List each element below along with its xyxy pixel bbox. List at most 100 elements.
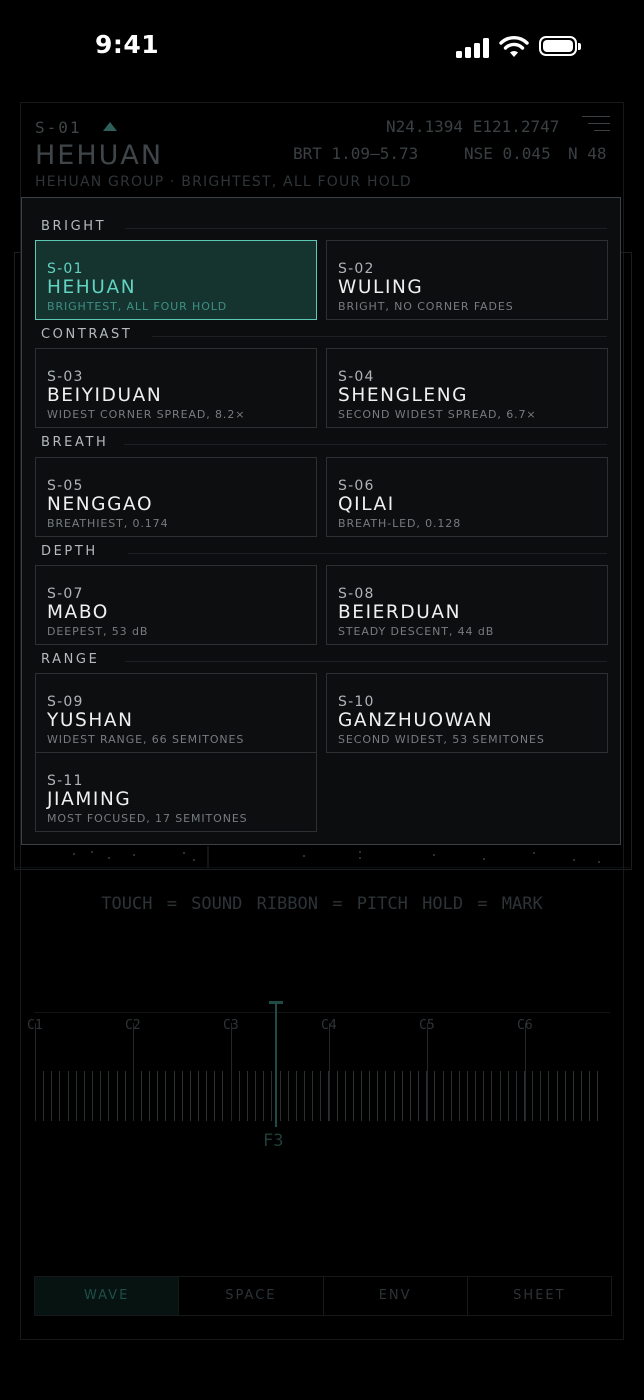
- section-divider: [125, 228, 607, 229]
- tab-sheet[interactable]: SHEET: [466, 1277, 611, 1315]
- ribbon-key[interactable]: [385, 1071, 386, 1121]
- ribbon-key[interactable]: [288, 1071, 289, 1121]
- brightness-stat: BRT 1.09–5.73: [293, 144, 419, 163]
- site-card-name: NENGGAO: [47, 494, 154, 515]
- ribbon-key[interactable]: [92, 1071, 93, 1121]
- ribbon-key[interactable]: [206, 1071, 207, 1121]
- ribbon-key[interactable]: [59, 1071, 60, 1121]
- ribbon-key[interactable]: [247, 1071, 248, 1121]
- tab-env[interactable]: ENV: [322, 1277, 467, 1315]
- ribbon-key[interactable]: [345, 1071, 346, 1121]
- ribbon-key[interactable]: [377, 1071, 378, 1121]
- ribbon-key[interactable]: [451, 1071, 452, 1121]
- ribbon-key[interactable]: [304, 1071, 305, 1121]
- ribbon-key[interactable]: [581, 1071, 582, 1121]
- ribbon-key[interactable]: [76, 1071, 77, 1121]
- ribbon-key[interactable]: [125, 1071, 126, 1121]
- ribbon-key[interactable]: [271, 1071, 272, 1121]
- site-card-s-08[interactable]: S-08 BEIERDUAN STEADY DESCENT, 44 dB: [326, 565, 608, 645]
- ribbon-key[interactable]: [198, 1071, 199, 1121]
- site-id: S-01: [35, 118, 82, 137]
- ribbon-key[interactable]: [108, 1071, 109, 1121]
- ribbon-key[interactable]: [353, 1071, 354, 1121]
- ribbon-key[interactable]: [589, 1071, 590, 1121]
- site-card-name: WULING: [338, 277, 424, 298]
- ribbon-key[interactable]: [157, 1071, 158, 1121]
- octave-label: C4: [321, 1018, 337, 1033]
- ribbon-key[interactable]: [149, 1071, 150, 1121]
- ribbon-key[interactable]: [296, 1071, 297, 1121]
- octave-line: [35, 1023, 36, 1121]
- pitch-marker[interactable]: [275, 1001, 277, 1127]
- ribbon-key[interactable]: [483, 1071, 484, 1121]
- site-card-desc: BREATHIEST, 0.174: [47, 517, 169, 530]
- ribbon-key[interactable]: [402, 1071, 403, 1121]
- ribbon-key[interactable]: [239, 1071, 240, 1121]
- site-card-s-01[interactable]: S-01 HEHUAN BRIGHTEST, ALL FOUR HOLD: [35, 240, 317, 320]
- interaction-hint: TOUCH = SOUND RIBBON = PITCH HOLD = MARK: [101, 894, 543, 914]
- ribbon-key[interactable]: [459, 1071, 460, 1121]
- ribbon-key[interactable]: [182, 1071, 183, 1121]
- ribbon-key[interactable]: [280, 1071, 281, 1121]
- ribbon-key[interactable]: [565, 1071, 566, 1121]
- ribbon-key[interactable]: [573, 1071, 574, 1121]
- site-card-s-09[interactable]: S-09 YUSHAN WIDEST RANGE, 66 SEMITONES: [35, 673, 317, 753]
- ribbon-key[interactable]: [410, 1071, 411, 1121]
- ribbon-key[interactable]: [100, 1071, 101, 1121]
- ribbon-key[interactable]: [491, 1071, 492, 1121]
- site-card-s-10[interactable]: S-10 GANZHUOWAN SECOND WIDEST, 53 SEMITO…: [326, 673, 608, 753]
- ribbon-key[interactable]: [361, 1071, 362, 1121]
- ribbon-key[interactable]: [222, 1071, 223, 1121]
- ribbon-key[interactable]: [394, 1071, 395, 1121]
- ribbon-key[interactable]: [557, 1071, 558, 1121]
- ribbon-key[interactable]: [43, 1071, 44, 1121]
- ribbon-key[interactable]: [190, 1071, 191, 1121]
- ribbon-key[interactable]: [532, 1071, 533, 1121]
- ribbon-key[interactable]: [500, 1071, 501, 1121]
- tab-space[interactable]: SPACE: [178, 1277, 322, 1315]
- ribbon-key[interactable]: [434, 1071, 435, 1121]
- ribbon-key[interactable]: [475, 1071, 476, 1121]
- site-card-s-04[interactable]: S-04 SHENGLENG SECOND WIDEST SPREAD, 6.7…: [326, 348, 608, 428]
- site-card-s-03[interactable]: S-03 BEIYIDUAN WIDEST CORNER SPREAD, 8.2…: [35, 348, 317, 428]
- ribbon-key[interactable]: [320, 1071, 321, 1121]
- site-card-s-05[interactable]: S-05 NENGGAO BREATHIEST, 0.174: [35, 457, 317, 537]
- ribbon-key[interactable]: [68, 1071, 69, 1121]
- ribbon-key[interactable]: [516, 1071, 517, 1121]
- visualization-scatter: [14, 846, 630, 868]
- site-card-name: BEIERDUAN: [338, 602, 462, 623]
- ribbon-key[interactable]: [418, 1071, 419, 1121]
- octave-label: C3: [223, 1018, 239, 1033]
- site-card-s-11[interactable]: S-11 JIAMING MOST FOCUSED, 17 SEMITONES: [35, 752, 317, 832]
- site-card-name: HEHUAN: [47, 277, 137, 298]
- ribbon-key[interactable]: [263, 1071, 264, 1121]
- tab-wave[interactable]: WAVE: [35, 1277, 179, 1315]
- site-card-s-02[interactable]: S-02 WULING BRIGHT, NO CORNER FADES: [326, 240, 608, 320]
- ribbon-key[interactable]: [312, 1071, 313, 1121]
- ribbon-key[interactable]: [369, 1071, 370, 1121]
- ribbon-key[interactable]: [255, 1071, 256, 1121]
- menu-icon[interactable]: [582, 116, 610, 134]
- octave-line: [329, 1023, 330, 1121]
- ribbon-key[interactable]: [214, 1071, 215, 1121]
- caret-up-icon[interactable]: [103, 122, 117, 131]
- site-card-s-06[interactable]: S-06 QILAI BREATH-LED, 0.128: [326, 457, 608, 537]
- ribbon-key[interactable]: [165, 1071, 166, 1121]
- ribbon-key[interactable]: [508, 1071, 509, 1121]
- site-card-id: S-06: [338, 478, 375, 494]
- site-title: HEHUAN: [35, 140, 164, 171]
- ribbon-key[interactable]: [337, 1071, 338, 1121]
- ribbon-key[interactable]: [540, 1071, 541, 1121]
- ribbon-key[interactable]: [443, 1071, 444, 1121]
- ribbon-key[interactable]: [467, 1071, 468, 1121]
- ribbon-key[interactable]: [141, 1071, 142, 1121]
- ribbon-key[interactable]: [117, 1071, 118, 1121]
- ribbon-key[interactable]: [84, 1071, 85, 1121]
- pitch-marker-label: F3: [263, 1131, 284, 1151]
- ribbon-key[interactable]: [174, 1071, 175, 1121]
- ribbon-key[interactable]: [51, 1071, 52, 1121]
- site-card-s-07[interactable]: S-07 MABO DEEPEST, 53 dB: [35, 565, 317, 645]
- ribbon-key[interactable]: [597, 1071, 598, 1121]
- site-card-name: SHENGLENG: [338, 385, 469, 406]
- ribbon-key[interactable]: [548, 1071, 549, 1121]
